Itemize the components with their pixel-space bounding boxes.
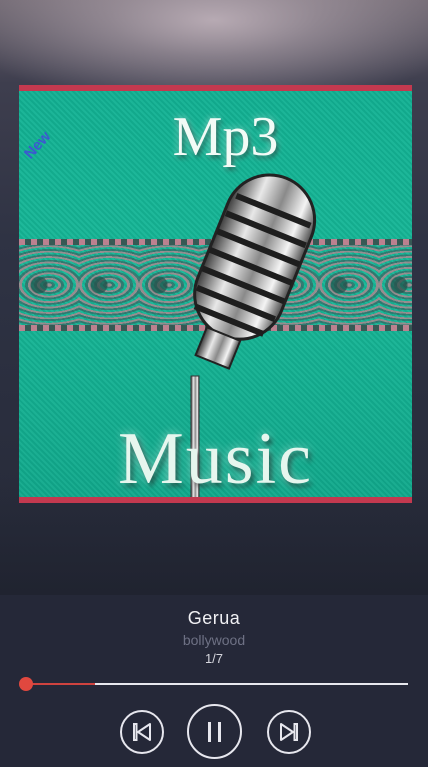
skip-previous-icon (133, 723, 151, 741)
skip-next-icon (280, 723, 298, 741)
pause-icon (207, 721, 221, 742)
album-art-subtitle: Music (118, 418, 313, 500)
album-art: New Mp3 Music (19, 85, 412, 503)
previous-button[interactable] (120, 710, 164, 754)
seek-bar-fill (26, 683, 95, 685)
track-title: Gerua (187, 608, 241, 628)
seek-bar-thumb[interactable] (19, 677, 33, 691)
seek-bar[interactable] (26, 683, 408, 685)
track-album: bollywood (182, 632, 246, 648)
track-position: 1/7 (204, 651, 224, 666)
album-art-title: Mp3 (172, 106, 279, 168)
play-pause-button[interactable] (187, 704, 242, 759)
next-button[interactable] (267, 710, 311, 754)
